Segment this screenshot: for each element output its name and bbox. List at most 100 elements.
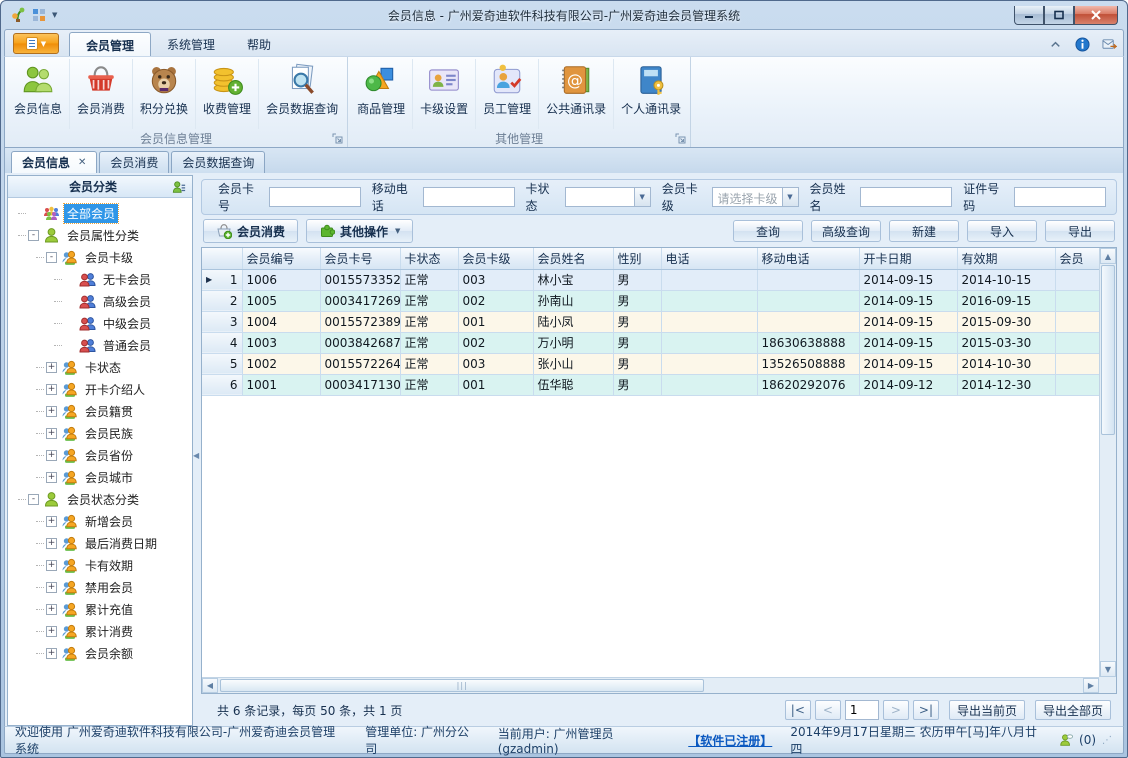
grid-cell[interactable]: 13526508888 (757, 353, 860, 375)
tree-item-累计消费[interactable]: + 累计消费 (14, 620, 192, 642)
tree-item-会员城市[interactable]: + 会员城市 (14, 466, 192, 488)
qat-dropdown-icon[interactable]: ▼ (52, 11, 57, 19)
first-page-button[interactable]: |< (784, 700, 811, 720)
ribbon-tab-帮助[interactable]: 帮助 (231, 32, 287, 56)
page-number-input[interactable] (844, 700, 879, 720)
grid-cell[interactable]: 万小明 (533, 332, 614, 354)
grid-cell[interactable]: 1002 (242, 353, 321, 375)
toolbar-button-高级查询[interactable]: 高级查询 (811, 220, 881, 242)
column-header-移动电话[interactable]: 移动电话 (757, 248, 860, 270)
chevron-down-icon[interactable]: ▼ (633, 188, 650, 206)
table-row[interactable]: 5 1002 0015572264 正常 003 张小山男 13526508888 2014-… (202, 353, 1099, 375)
tree-item-会员籍贯[interactable]: + 会员籍贯 (14, 400, 192, 422)
grid-cell[interactable]: 正常 (400, 332, 459, 354)
column-header-会员编号[interactable]: 会员编号 (242, 248, 321, 270)
horizontal-scroll-thumb[interactable]: ||| (220, 679, 705, 692)
registered-link[interactable]: 【软件已注册】 (688, 732, 772, 749)
expand-icon[interactable]: + (46, 515, 57, 527)
grid-cell[interactable]: 0015572264 (320, 353, 401, 375)
grid-cell[interactable]: 2016-09-15 (957, 290, 1056, 312)
search-combo-卡状态[interactable]: ▼ (564, 187, 651, 207)
table-row[interactable]: 4 1003 0003842687 正常 002 万小明男 18630638888 2014-… (202, 332, 1099, 354)
dialog-launcher-icon[interactable] (332, 133, 343, 144)
grid-cell[interactable]: 2014-09-15 (859, 290, 958, 312)
column-header-卡状态[interactable]: 卡状态 (400, 248, 459, 270)
table-row[interactable]: 2 1005 0003417269 正常 002 孙南山男 2014-09-15 2016-0… (202, 290, 1099, 312)
window-switch-icon[interactable] (31, 7, 47, 23)
scroll-right-icon[interactable]: ▶ (1083, 678, 1099, 693)
doc-tab-会员数据查询[interactable]: 会员数据查询 (171, 151, 266, 173)
grid-cell[interactable]: 1006 (242, 269, 321, 291)
grid-cell[interactable]: 2014-09-15 (859, 269, 958, 291)
column-header-有效期[interactable]: 有效期 (957, 248, 1056, 270)
grid-cell[interactable] (1055, 374, 1099, 396)
grid-cell[interactable]: 001 (458, 311, 534, 333)
tree-item-全部会员[interactable]: +全部会员 (14, 202, 192, 224)
tree-item-开卡介绍人[interactable]: + 开卡介绍人 (14, 378, 192, 400)
horizontal-scrollbar[interactable]: ◀ ||| ▶ (202, 677, 1099, 693)
collapse-ribbon-icon[interactable] (1048, 37, 1063, 52)
grid-cell[interactable] (1055, 353, 1099, 375)
column-header-会员卡级[interactable]: 会员卡级 (458, 248, 534, 270)
tree-item-新增会员[interactable]: + 新增会员 (14, 510, 192, 532)
grid-cell[interactable] (661, 290, 758, 312)
grid-cell[interactable] (757, 311, 860, 333)
info-icon[interactable] (1075, 37, 1090, 52)
grid-cell[interactable]: 张小山 (533, 353, 614, 375)
grid-cell[interactable]: 002 (458, 332, 534, 354)
grid-cell[interactable]: 男 (613, 311, 662, 333)
tree-item-无卡会员[interactable]: +无卡会员 (14, 268, 192, 290)
grid-cell[interactable] (661, 269, 758, 291)
grid-cell[interactable]: 陆小凤 (533, 311, 614, 333)
column-header-indicator[interactable] (202, 248, 243, 270)
column-header-开卡日期[interactable]: 开卡日期 (859, 248, 958, 270)
ribbon-button-会员数据查询[interactable]: 会员数据查询 (259, 59, 345, 129)
tree-item-累计充值[interactable]: + 累计充值 (14, 598, 192, 620)
ribbon-button-个人通讯录[interactable]: 个人通讯录 (614, 59, 688, 129)
grid-cell[interactable]: 男 (613, 290, 662, 312)
collapse-icon[interactable]: - (46, 251, 57, 263)
member-list-icon[interactable] (172, 180, 186, 194)
grid-cell[interactable]: 男 (613, 269, 662, 291)
vertical-scroll-thumb[interactable] (1101, 265, 1115, 435)
tree-item-中级会员[interactable]: +中级会员 (14, 312, 192, 334)
column-header-电话[interactable]: 电话 (661, 248, 758, 270)
sidebar-splitter[interactable]: ◀ (193, 175, 199, 726)
ribbon-button-收费管理[interactable]: 收费管理 (196, 59, 260, 129)
grid-cell[interactable]: 正常 (400, 353, 459, 375)
toolbar-button-导出[interactable]: 导出 (1045, 220, 1115, 242)
grid-cell[interactable]: 002 (458, 290, 534, 312)
expand-icon[interactable]: + (46, 405, 57, 417)
grid-cell[interactable]: 2014-10-15 (957, 269, 1056, 291)
tree-item-会员属性分类[interactable]: - 会员属性分类 (14, 224, 192, 246)
scroll-up-icon[interactable]: ▲ (1100, 248, 1116, 264)
export-current-page-button[interactable]: 导出当前页 (949, 700, 1025, 720)
table-row[interactable]: ▶ 1 1006 0015573352 正常 003 林小宝男 2014-09-15 2014-… (202, 269, 1099, 291)
tree-item-普通会员[interactable]: +普通会员 (14, 334, 192, 356)
tree-item-会员民族[interactable]: + 会员民族 (14, 422, 192, 444)
expand-icon[interactable]: + (46, 361, 57, 373)
expand-icon[interactable]: + (46, 449, 57, 461)
grid-cell[interactable]: 1005 (242, 290, 321, 312)
expand-icon[interactable]: + (46, 581, 57, 593)
ribbon-button-商品管理[interactable]: 商品管理 (350, 59, 414, 129)
close-button[interactable] (1074, 5, 1118, 25)
prev-page-button[interactable]: < (814, 700, 841, 720)
grid-cell[interactable]: 孙南山 (533, 290, 614, 312)
grid-cell[interactable] (1055, 311, 1099, 333)
vertical-scrollbar[interactable]: ▲ ▼ (1099, 248, 1116, 677)
grid-cell[interactable] (757, 269, 860, 291)
next-page-button[interactable]: > (882, 700, 909, 720)
grid-cell[interactable] (1055, 269, 1099, 291)
search-input-会员姓名[interactable] (860, 187, 953, 207)
grid-cell[interactable]: 2014-09-12 (859, 374, 958, 396)
ribbon-button-卡级设置[interactable]: 卡级设置 (413, 59, 477, 129)
grid-cell[interactable]: 1004 (242, 311, 321, 333)
last-page-button[interactable]: >| (912, 700, 939, 720)
column-header-性别[interactable]: 性别 (613, 248, 662, 270)
grid-cell[interactable] (1055, 290, 1099, 312)
collapse-icon[interactable]: - (28, 493, 39, 505)
grid-cell[interactable]: 0003417130 (320, 374, 401, 396)
maximize-button[interactable] (1044, 5, 1074, 25)
ribbon-button-积分兑换[interactable]: 积分兑换 (133, 59, 197, 129)
